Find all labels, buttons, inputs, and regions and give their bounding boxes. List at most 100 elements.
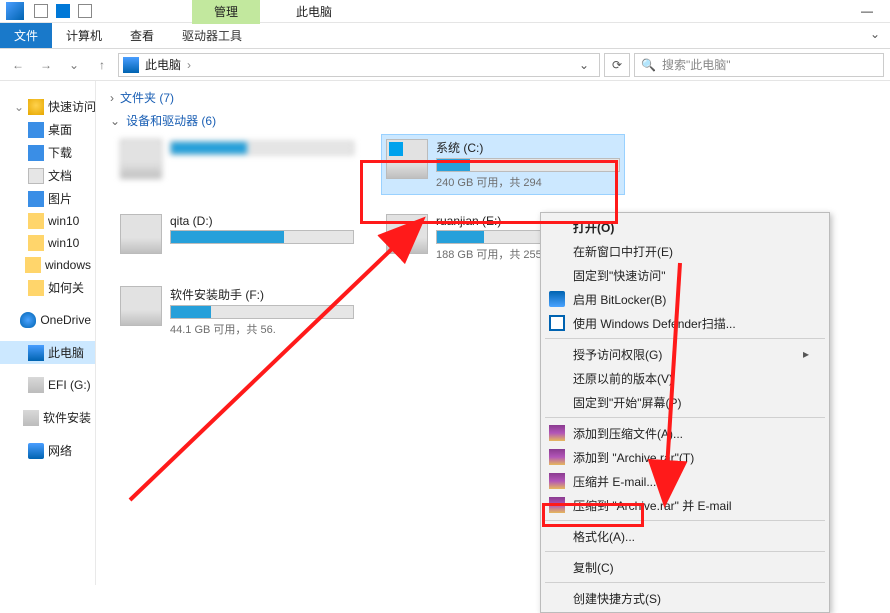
context-menu-item[interactable]: 复制(C) [543,555,827,579]
drive-item[interactable]: 系统 (C:) 240 GB 可用，共 294 [382,135,624,194]
qat-item[interactable] [34,4,48,18]
drive-item[interactable]: 软件安装助手 (F:) 44.1 GB 可用，共 56. [116,282,358,341]
sidebar-item-label: windows [45,258,91,272]
sidebar-item[interactable]: 网络 [0,439,95,462]
shield-icon [549,291,565,307]
drive-name: qita (D:) [170,214,354,228]
context-menu-item[interactable]: 创建快捷方式(S) [543,586,827,610]
qat-item[interactable] [78,4,92,18]
sidebar-item-label: 桌面 [48,121,72,138]
drive-icon [28,377,44,393]
context-menu-item[interactable]: 打开(O) [543,215,827,239]
back-button[interactable]: ← [6,53,30,77]
pic-icon [28,191,44,207]
sidebar-item-label: EFI (G:) [48,378,91,392]
refresh-button[interactable]: ⟳ [604,53,630,77]
system-icon [6,2,24,20]
context-menu-label: 使用 Windows Defender扫描... [573,315,736,332]
context-menu-label: 打开(O) [573,219,614,236]
context-menu-label: 复制(C) [573,559,614,576]
sidebar-item-label: 软件安装 [43,409,91,426]
context-menu-item[interactable]: 压缩到 "Archive.rar" 并 E-mail [543,493,827,517]
context-menu-item[interactable]: 授予访问权限(G)▸ [543,342,827,366]
tab-view[interactable]: 查看 [116,23,168,48]
sidebar-item[interactable]: EFI (G:) [0,374,95,396]
rar-icon [549,425,565,441]
drive-capacity-bar [436,158,620,172]
tab-computer[interactable]: 计算机 [52,23,116,48]
sidebar-item[interactable]: 文档 [0,164,95,187]
sidebar-item[interactable]: OneDrive [0,309,95,331]
context-menu-item[interactable]: 使用 Windows Defender扫描... [543,311,827,335]
title-bar: 管理 此电脑 — [0,0,890,23]
up-button[interactable]: ↑ [90,53,114,77]
sidebar-item[interactable]: win10 [0,210,95,232]
doc-icon [28,168,44,184]
context-menu-label: 在新窗口中打开(E) [573,243,673,260]
sidebar-item-label: 快速访问 [48,98,96,115]
context-menu-label: 压缩到 "Archive.rar" 并 E-mail [573,497,732,514]
sidebar-item-label: 下载 [48,144,72,161]
context-menu-item[interactable]: 添加到 "Archive.rar"(T) [543,445,827,469]
context-menu-separator [545,520,825,521]
drive-capacity-bar [170,141,354,155]
sidebar-item[interactable]: win10 [0,232,95,254]
sidebar-item[interactable]: ⌄ 快速访问 [0,95,95,118]
drive-name: 系统 (C:) [436,139,620,156]
context-menu-item[interactable]: 固定到"快速访问" [543,263,827,287]
navigation-pane: ⌄ 快速访问桌面下载文档图片 win10 win10 windows 如何关 OneDriv… [0,81,96,585]
sidebar-item-label: 此电脑 [48,344,84,361]
breadcrumb[interactable]: 此电脑 [145,56,181,73]
context-menu-item[interactable]: 压缩并 E-mail... [543,469,827,493]
context-menu-separator [545,338,825,339]
context-menu-item[interactable]: 格式化(A)... [543,524,827,548]
minimize-button[interactable]: — [844,0,890,23]
sidebar-item-label: win10 [48,236,79,250]
context-menu-label: 添加到压缩文件(A)... [573,425,683,442]
drives-header[interactable]: ⌄ 设备和驱动器 (6) [110,112,876,129]
forward-button[interactable]: → [34,53,58,77]
desktop-icon [28,122,44,138]
tab-drive-tools[interactable]: 驱动器工具 [168,23,256,48]
sidebar-item[interactable]: 如何关 [0,276,95,299]
breadcrumb-separator: › [187,58,191,72]
drives-header-label: 设备和驱动器 (6) [126,112,216,129]
context-menu-separator [545,417,825,418]
context-menu-label: 压缩并 E-mail... [573,473,656,490]
sidebar-item[interactable]: 下载 [0,141,95,164]
sidebar-item[interactable]: 此电脑 [0,341,95,364]
tab-file[interactable]: 文件 [0,23,52,48]
sidebar-item[interactable]: windows [0,254,95,276]
context-menu-label: 固定到"开始"屏幕(P) [573,394,682,411]
qat-item[interactable] [56,4,70,18]
context-menu-label: 启用 BitLocker(B) [573,291,666,308]
sidebar-item-label: 文档 [48,167,72,184]
drive-item[interactable] [116,135,358,194]
context-menu-item[interactable]: 添加到压缩文件(A)... [543,421,827,445]
context-menu-item[interactable]: 启用 BitLocker(B) [543,287,827,311]
drive-capacity-bar [170,230,354,244]
context-menu-label: 固定到"快速访问" [573,267,666,284]
window-title: 此电脑 [296,3,332,20]
ribbon-expand-icon[interactable]: ⌄ [860,23,890,48]
drive-free-space: 44.1 GB 可用，共 56. [170,321,354,337]
drive-item[interactable]: qita (D:) [116,210,358,266]
sidebar-item[interactable]: 图片 [0,187,95,210]
context-menu-item[interactable]: 固定到"开始"屏幕(P) [543,390,827,414]
sidebar-item[interactable]: 软件安装 [0,406,95,429]
sidebar-item-label: 图片 [48,190,72,207]
chevron-icon: ⌄ [14,100,24,114]
sidebar-item[interactable]: 桌面 [0,118,95,141]
address-dropdown-icon[interactable]: ⌄ [573,58,595,72]
recent-dropdown[interactable]: ⌄ [62,53,86,77]
context-menu: 打开(O) 在新窗口中打开(E) 固定到"快速访问" 启用 BitLocker(B) 使… [540,212,830,613]
contextual-tab-label: 管理 [192,0,260,24]
search-box[interactable]: 🔍 搜索"此电脑" [634,53,884,77]
context-menu-item[interactable]: 还原以前的版本(V) [543,366,827,390]
chevron-right-icon: › [110,91,114,105]
address-box[interactable]: 此电脑 › ⌄ [118,53,600,77]
drive-free-space: 240 GB 可用，共 294 [436,174,620,190]
context-menu-item[interactable]: 在新窗口中打开(E) [543,239,827,263]
quick-access-toolbar [34,4,92,18]
folders-header[interactable]: › 文件夹 (7) [110,89,876,106]
